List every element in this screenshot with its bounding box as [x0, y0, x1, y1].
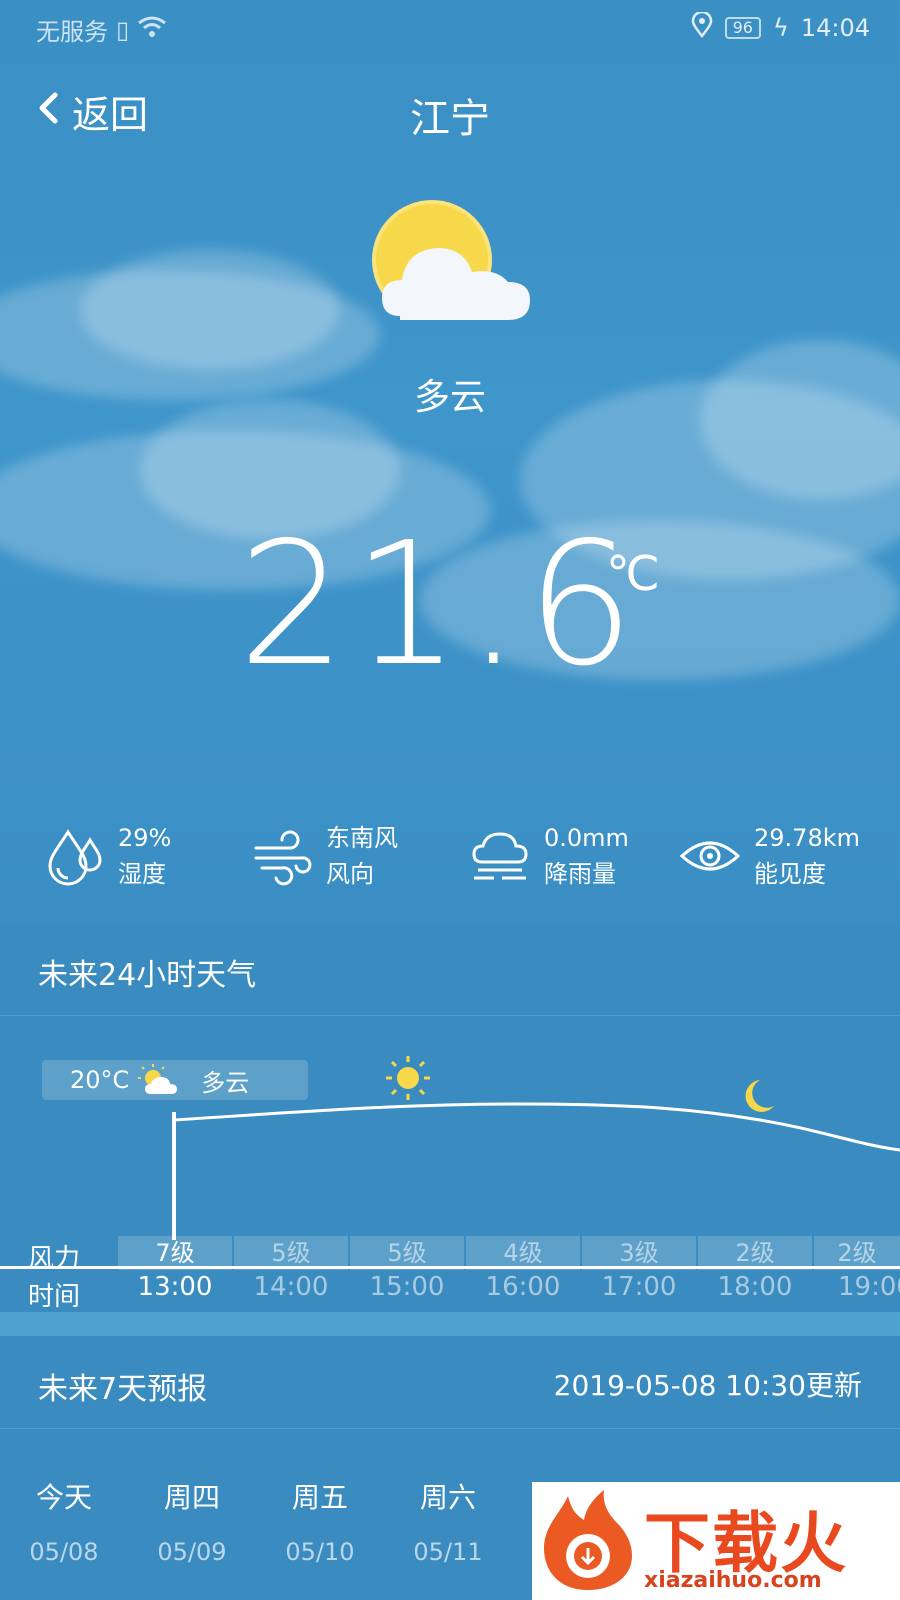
- wind-icon: [254, 830, 312, 886]
- time-cell: 13:00: [137, 1272, 213, 1302]
- day-item[interactable]: 今天 05/08: [4, 1476, 124, 1566]
- time-cell: 15:00: [369, 1272, 445, 1302]
- clock-text: 14:04: [800, 14, 870, 42]
- horizontal-scrollbar[interactable]: [0, 1312, 900, 1336]
- day-name: 周四: [163, 1481, 220, 1514]
- temperature-curve: [173, 1102, 900, 1152]
- day-name: 周五: [291, 1481, 348, 1514]
- day-name: 今天: [35, 1481, 92, 1514]
- battery-indicator: 96: [724, 17, 761, 39]
- moon-icon: [745, 1080, 774, 1112]
- wind-direction-label: 风向: [326, 860, 374, 888]
- flame-logo-icon: [544, 1490, 632, 1590]
- day-item[interactable]: 周四 05/09: [132, 1476, 252, 1566]
- wifi-icon: [137, 15, 167, 45]
- weekly-section-title: 未来7天预报: [38, 1372, 208, 1407]
- charging-icon: ϟ: [772, 14, 789, 42]
- day-date: 05/11: [413, 1538, 483, 1566]
- wind-cell: 5级: [350, 1236, 464, 1270]
- eye-icon: [680, 841, 740, 871]
- wind-cell: 3级: [582, 1236, 696, 1270]
- wind-cell: 5级: [234, 1236, 348, 1270]
- wind-cell: 4级: [466, 1236, 580, 1270]
- wind-cell: 7级: [118, 1236, 232, 1270]
- visibility-label: 能见度: [754, 860, 826, 888]
- sim-icon: ▯: [116, 15, 130, 44]
- humidity-label: 湿度: [118, 860, 166, 888]
- chart-baseline: [0, 1266, 900, 1269]
- time-cell: 16:00: [485, 1272, 561, 1302]
- temperature-unit: ℃: [606, 546, 660, 602]
- time-row[interactable]: 13:00 14:00 15:00 16:00 17:00 18:00 19:0…: [0, 1272, 900, 1314]
- status-bar: 无服务 ▯ 96 ϟ 14:04: [0, 0, 900, 56]
- hourly-temperature-chart: [172, 1056, 900, 1240]
- rain-cloud-icon: [472, 832, 528, 880]
- time-cell: 14:00: [253, 1272, 329, 1302]
- humidity-icon: [48, 829, 102, 886]
- rainfall-value: 0.0mm: [544, 824, 629, 852]
- wind-cell: 2级: [698, 1236, 812, 1270]
- watermark: 下载火 xiazaihuo.com: [532, 1482, 900, 1600]
- weather-condition: 多云: [413, 377, 486, 418]
- top-bar: 返回 江宁: [0, 80, 900, 142]
- partly-cloudy-icon: [372, 200, 530, 320]
- location-icon: [691, 10, 713, 44]
- humidity-value: 29%: [118, 824, 172, 852]
- divider: [0, 1428, 900, 1429]
- hourly-section-title: 未来24小时天气: [38, 958, 257, 993]
- rainfall-label: 降雨量: [544, 860, 616, 888]
- metric-rainfall: 0.0mm 降雨量: [470, 820, 629, 892]
- metric-visibility: 29.78km 能见度: [680, 820, 860, 892]
- day-item[interactable]: 周六 05/11: [388, 1476, 508, 1566]
- day-date: 05/08: [29, 1538, 99, 1566]
- sun-icon: [386, 1056, 430, 1100]
- wind-force-row: 7级 5级 5级 4级 3级 2级 2级: [0, 1236, 900, 1270]
- day-date: 05/10: [285, 1538, 355, 1566]
- watermark-url: xiazaihuo.com: [644, 1568, 822, 1593]
- wind-cell: 2级: [814, 1236, 900, 1270]
- visibility-value: 29.78km: [754, 824, 860, 852]
- update-time: 2019-05-08 10:30更新: [553, 1369, 862, 1402]
- metric-wind-direction: 东南风 风向: [252, 820, 398, 892]
- current-temperature: 21.6: [238, 506, 641, 704]
- metric-humidity: 29% 湿度: [46, 820, 171, 892]
- day-name: 周六: [419, 1481, 476, 1514]
- day-date: 05/09: [157, 1538, 227, 1566]
- day-item[interactable]: 周五 05/10: [260, 1476, 380, 1566]
- city-title: 江宁: [410, 96, 490, 142]
- time-cell: 17:00: [601, 1272, 677, 1302]
- wind-direction-value: 东南风: [326, 824, 398, 852]
- carrier-text: 无服务: [36, 18, 108, 46]
- weather-metrics: 29% 湿度 东南风 风向 0.0mm 降雨量 29.78km 能见度: [0, 820, 900, 910]
- time-cell: 19:00: [838, 1272, 900, 1302]
- time-cell: 18:00: [717, 1272, 793, 1302]
